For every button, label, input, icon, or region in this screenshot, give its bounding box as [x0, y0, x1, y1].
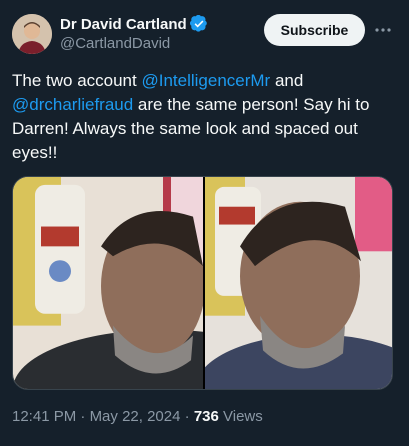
tweet-time[interactable]: 12:41 PM: [12, 408, 76, 425]
media-image-left[interactable]: [13, 177, 203, 389]
tweet-meta: 12:41 PM · May 22, 2024 · 736 Views: [12, 408, 263, 425]
views-count: 736: [193, 408, 219, 425]
media-image-grid[interactable]: [12, 176, 393, 390]
subscribe-button[interactable]: Subscribe: [264, 14, 365, 46]
author-display-name[interactable]: Dr David Cartland: [60, 16, 187, 33]
mention-link-intelligencermr[interactable]: @IntelligencerMr: [141, 71, 270, 90]
tweet-card: Dr David Cartland @CartlandDavid Subscri…: [0, 0, 409, 446]
avatar[interactable]: [12, 14, 52, 54]
tweet-text-mid: and: [270, 71, 304, 90]
meta-separator: ·: [80, 408, 86, 425]
media-image-right[interactable]: [205, 177, 392, 389]
tweet-text: The two account @IntelligencerMr and @dr…: [12, 69, 392, 165]
author-name-row[interactable]: Dr David Cartland: [60, 14, 208, 33]
meta-separator: ·: [184, 408, 190, 425]
author-handle[interactable]: @CartlandDavid: [60, 35, 170, 52]
tweet-date[interactable]: May 22, 2024: [90, 408, 181, 425]
verified-badge-icon: [189, 14, 208, 33]
views-label: Views: [223, 408, 263, 425]
mention-link-drcharliefraud[interactable]: @drcharliefraud: [12, 95, 133, 114]
more-options-icon[interactable]: [373, 22, 393, 38]
tweet-text-prefix: The two account: [12, 71, 142, 90]
